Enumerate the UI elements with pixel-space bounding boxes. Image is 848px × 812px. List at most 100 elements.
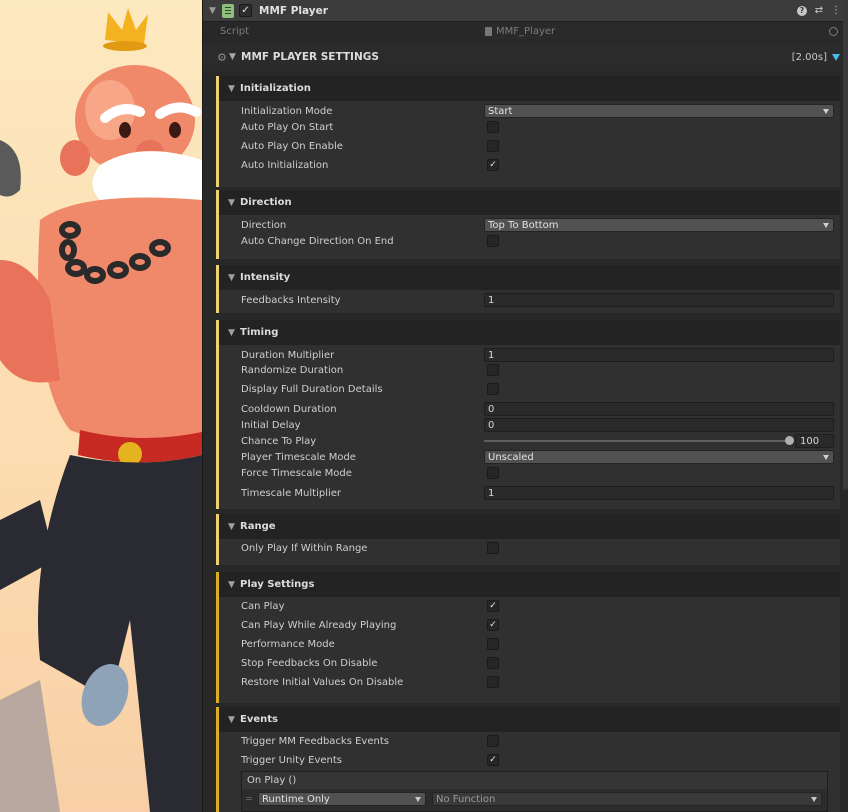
stop-on-disable-checkbox[interactable] — [487, 657, 499, 669]
caret-down-icon — [823, 109, 829, 114]
group-title: Timing — [240, 327, 279, 338]
auto-play-on-start-checkbox[interactable] — [487, 121, 499, 133]
only-play-in-range-checkbox[interactable] — [487, 542, 499, 554]
initialization-mode-dropdown[interactable]: Start — [484, 104, 834, 118]
force-timescale-mode-checkbox[interactable] — [487, 467, 499, 479]
player-settings-bar[interactable]: ⚙ ▼ MMF PLAYER SETTINGS [2.00s] — [203, 43, 848, 71]
display-full-duration-checkbox[interactable] — [487, 383, 499, 395]
dropdown-value: No Function — [436, 793, 496, 805]
slider-handle[interactable] — [785, 436, 794, 445]
checkmark-icon: ✓ — [489, 160, 497, 170]
checkmark-icon: ✓ — [489, 755, 497, 765]
help-icon[interactable]: ? — [797, 5, 807, 16]
foldout-arrow-icon[interactable]: ▼ — [228, 328, 238, 338]
timescale-multiplier-input[interactable]: 1 — [484, 486, 834, 500]
direction-row: Direction Top To Bottom — [219, 217, 840, 233]
field-label: Stop Feedbacks On Disable — [241, 657, 378, 669]
group-header-play-settings[interactable]: ▼ Play Settings — [219, 572, 840, 597]
auto-change-direction-row: Auto Change Direction On End — [219, 233, 840, 249]
group-events: ▼ Events Trigger MM Feedbacks Events Tri… — [216, 707, 840, 812]
field-label: Direction — [241, 219, 287, 231]
script-object-value: MMF_Player — [496, 25, 556, 37]
trigger-unity-events-checkbox[interactable]: ✓ — [487, 754, 499, 766]
blue-triangle-icon[interactable] — [832, 53, 840, 61]
presets-icon[interactable]: ⇄ — [814, 5, 824, 16]
drag-handle-icon[interactable] — [246, 797, 252, 798]
more-options-icon[interactable]: ⋮ — [831, 5, 841, 16]
foldout-arrow-icon[interactable]: ▼ — [228, 522, 238, 532]
group-intensity: ▼ Intensity Feedbacks Intensity 1 — [216, 265, 840, 313]
initial-delay-input[interactable]: 0 — [484, 418, 834, 432]
chance-to-play-slider[interactable] — [484, 440, 789, 442]
initialization-mode-row: Initialization Mode Start — [219, 103, 840, 119]
auto-change-direction-checkbox[interactable] — [487, 235, 499, 247]
feedbacks-intensity-row: Feedbacks Intensity 1 — [219, 292, 840, 308]
can-play-while-playing-checkbox[interactable]: ✓ — [487, 619, 499, 631]
field-label: Player Timescale Mode — [241, 451, 356, 463]
foldout-arrow-icon[interactable]: ▼ — [228, 580, 238, 590]
vertical-scrollbar[interactable] — [843, 0, 848, 490]
field-label: Randomize Duration — [241, 364, 344, 376]
field-label: Performance Mode — [241, 638, 335, 650]
field-label: Auto Initialization — [241, 159, 329, 171]
trigger-mm-events-checkbox[interactable] — [487, 735, 499, 747]
dropdown-value: Top To Bottom — [488, 219, 559, 231]
group-header-initialization[interactable]: ▼ Initialization — [219, 76, 840, 101]
group-header-intensity[interactable]: ▼ Intensity — [219, 265, 840, 290]
script-object-field[interactable]: MMF_Player — [482, 23, 841, 39]
field-label: Chance To Play — [241, 435, 317, 447]
auto-initialization-checkbox[interactable]: ✓ — [487, 159, 499, 171]
direction-dropdown[interactable]: Top To Bottom — [484, 218, 834, 232]
restore-on-disable-checkbox[interactable] — [487, 676, 499, 688]
performance-mode-row: Performance Mode — [219, 636, 840, 652]
group-title: Range — [240, 521, 276, 532]
foldout-arrow-icon[interactable]: ▼ — [228, 84, 238, 94]
caret-down-icon — [415, 797, 421, 802]
can-play-checkbox[interactable]: ✓ — [487, 600, 499, 612]
component-header[interactable]: ▼ ✓ MMF Player ? ⇄ ⋮ — [203, 0, 848, 22]
cooldown-duration-row: Cooldown Duration 0 — [219, 401, 840, 417]
component-enabled-checkbox[interactable]: ✓ — [239, 4, 252, 17]
foldout-arrow-icon[interactable]: ▼ — [228, 198, 238, 208]
settings-foldout-icon[interactable]: ▼ — [229, 52, 236, 62]
group-range: ▼ Range Only Play If Within Range — [216, 514, 840, 565]
script-row: Script MMF_Player — [203, 22, 848, 40]
stop-on-disable-row: Stop Feedbacks On Disable — [219, 655, 840, 671]
randomize-duration-checkbox[interactable] — [487, 364, 499, 376]
auto-play-on-enable-row: Auto Play On Enable — [219, 138, 840, 154]
feedbacks-intensity-input[interactable]: 1 — [484, 293, 834, 307]
group-header-events[interactable]: ▼ Events — [219, 707, 840, 732]
cooldown-duration-input[interactable]: 0 — [484, 402, 834, 416]
auto-play-on-enable-checkbox[interactable] — [487, 140, 499, 152]
field-label: Duration Multiplier — [241, 349, 335, 361]
trigger-unity-events-row: Trigger Unity Events ✓ — [219, 752, 840, 768]
group-direction: ▼ Direction Direction Top To Bottom Auto… — [216, 190, 840, 259]
group-initialization: ▼ Initialization Initialization Mode Sta… — [216, 76, 840, 187]
king-character-image — [0, 8, 202, 812]
group-title: Intensity — [240, 272, 291, 283]
object-picker-icon[interactable] — [829, 26, 838, 36]
player-timescale-mode-row: Player Timescale Mode Unscaled — [219, 449, 840, 465]
foldout-arrow-icon[interactable]: ▼ — [228, 273, 238, 283]
function-dropdown[interactable]: No Function — [432, 792, 822, 806]
runtime-mode-dropdown[interactable]: Runtime Only — [258, 792, 426, 806]
foldout-arrow-icon[interactable]: ▼ — [228, 715, 238, 725]
group-title: Play Settings — [240, 579, 315, 590]
field-label: Cooldown Duration — [241, 403, 337, 415]
performance-mode-checkbox[interactable] — [487, 638, 499, 650]
group-play-settings: ▼ Play Settings Can Play ✓ Can Play Whil… — [216, 572, 840, 703]
duration-multiplier-input[interactable]: 1 — [484, 348, 834, 362]
player-timescale-mode-dropdown[interactable]: Unscaled — [484, 450, 834, 464]
group-header-range[interactable]: ▼ Range — [219, 514, 840, 539]
chance-to-play-input[interactable]: 100 — [795, 434, 834, 448]
group-header-direction[interactable]: ▼ Direction — [219, 190, 840, 215]
gear-icon[interactable]: ⚙ — [217, 51, 227, 64]
chance-to-play-row: Chance To Play 100 — [219, 433, 840, 449]
can-play-row: Can Play ✓ — [219, 598, 840, 614]
group-header-timing[interactable]: ▼ Timing — [219, 320, 840, 345]
dropdown-value: Start — [488, 105, 513, 117]
field-label: Force Timescale Mode — [241, 467, 352, 479]
field-label: Restore Initial Values On Disable — [241, 676, 404, 688]
field-label: Trigger MM Feedbacks Events — [241, 735, 389, 747]
foldout-arrow-icon[interactable]: ▼ — [209, 6, 219, 16]
